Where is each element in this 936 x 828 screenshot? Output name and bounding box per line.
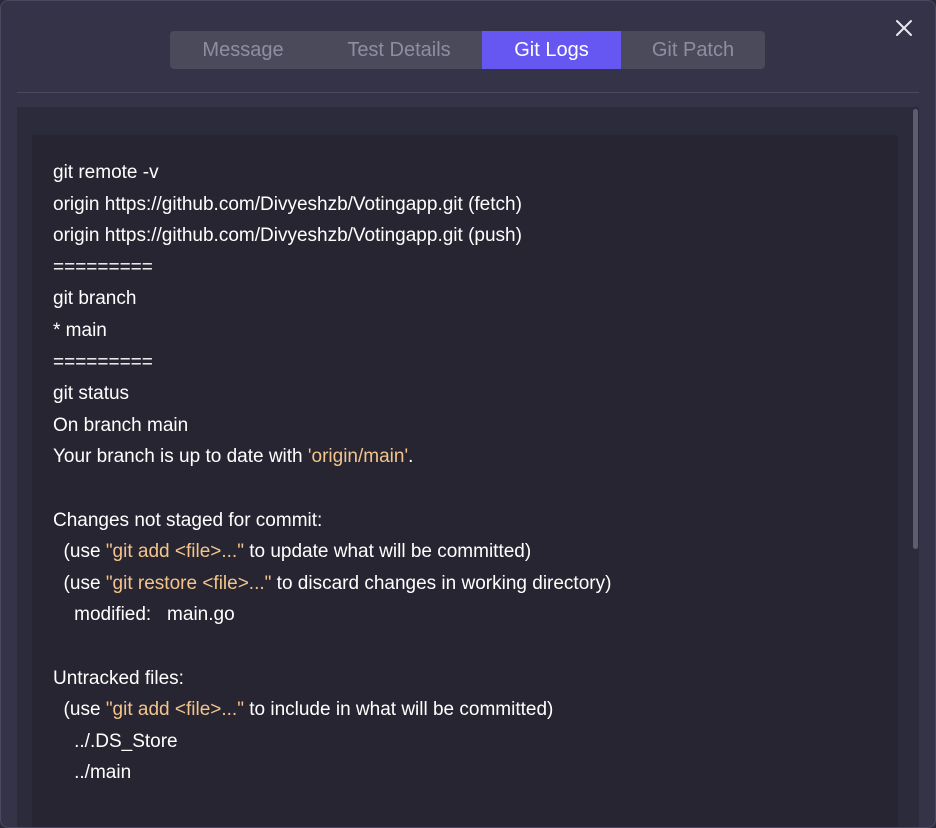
log-line: (use "git add <file>..." to update what … — [53, 536, 888, 568]
log-line: ../main — [53, 757, 888, 789]
log-line: ========= — [53, 347, 888, 379]
log-line: On branch main — [53, 410, 888, 442]
log-highlight: "git restore <file>..." — [105, 572, 272, 594]
tab-bar: Message Test Details Git Logs Git Patch — [170, 31, 765, 69]
log-line: ../.DS_Store — [53, 726, 888, 758]
log-text: modified: main.go — [53, 604, 235, 626]
log-text: (use — [53, 541, 106, 563]
log-text: ../.DS_Store — [53, 730, 178, 752]
log-line: ========= — [53, 252, 888, 284]
tab-git-logs[interactable]: Git Logs — [482, 31, 621, 69]
log-line: modified: main.go — [53, 599, 888, 631]
log-text: git remote -v — [53, 162, 159, 183]
log-line: (use "git restore <file>..." to discard … — [53, 568, 888, 600]
log-line: git status — [53, 378, 888, 410]
close-icon — [896, 20, 912, 36]
log-text: ========= — [53, 351, 153, 373]
close-button[interactable] — [893, 17, 915, 39]
log-text: (use — [53, 699, 106, 721]
log-text: to discard changes in working directory) — [271, 572, 612, 594]
log-text: . — [408, 446, 414, 468]
git-logs-dialog: Message Test Details Git Logs Git Patch … — [0, 0, 936, 828]
git-log-panel: git remote -v origin https://github.com/D… — [32, 135, 898, 827]
log-text: ../main — [53, 762, 132, 784]
log-text: (use — [53, 572, 106, 594]
log-text: to update what will be committed) — [243, 541, 532, 563]
log-line: * main — [53, 315, 888, 347]
log-text: On branch main — [53, 414, 189, 436]
divider — [17, 92, 919, 93]
log-line: git branch — [53, 283, 888, 315]
log-text: origin https://github.com/Divyeshzb/Voti… — [53, 193, 522, 215]
log-line: Your branch is up to date with 'origin/m… — [53, 441, 888, 473]
log-text: * main — [53, 319, 107, 341]
tab-test-details[interactable]: Test Details — [316, 31, 482, 69]
log-text: Untracked files: — [53, 667, 184, 689]
log-line: origin https://github.com/Divyeshzb/Voti… — [53, 189, 888, 221]
log-text: Changes not staged for commit: — [53, 509, 323, 531]
log-text: Your branch is up to date with — [53, 446, 308, 468]
scrollbar-thumb[interactable] — [913, 109, 918, 549]
log-line: (use "git add <file>..." to include in w… — [53, 694, 888, 726]
tab-git-patch[interactable]: Git Patch — [621, 31, 765, 69]
log-text: ========= — [53, 256, 153, 278]
log-highlight: "git add <file>..." — [105, 699, 244, 721]
git-log-output: git remote -v origin https://github.com/D… — [53, 157, 888, 789]
log-line: git remote -v — [53, 157, 888, 189]
tab-message[interactable]: Message — [170, 31, 316, 69]
log-line: origin https://github.com/Divyeshzb/Voti… — [53, 220, 888, 252]
log-highlight: 'origin/main' — [307, 446, 409, 468]
log-line: Untracked files: — [53, 663, 888, 695]
log-text: git branch — [53, 288, 137, 310]
log-highlight: "git add <file>..." — [105, 541, 244, 563]
log-line: Changes not staged for commit: — [53, 505, 888, 537]
log-text: origin https://github.com/Divyeshzb/Voti… — [53, 225, 522, 247]
log-text: git status — [53, 383, 130, 405]
log-text: to include in what will be committed) — [243, 699, 554, 721]
